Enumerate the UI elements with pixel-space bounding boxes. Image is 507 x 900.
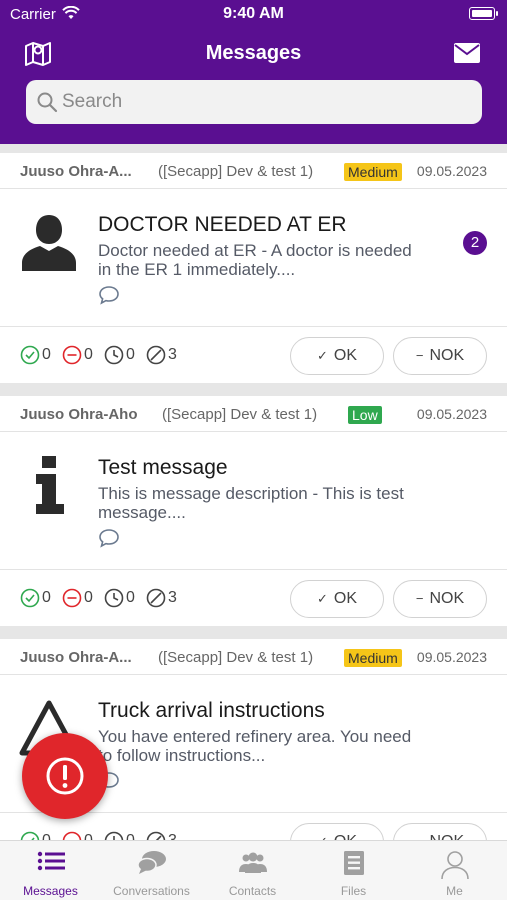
tab-messages[interactable]: Messages xyxy=(0,841,101,900)
chat-bubbles-icon xyxy=(137,850,167,879)
search-bar xyxy=(26,80,482,124)
message-header: Juuso Ohra-Aho ([Secapp] Dev & test 1) L… xyxy=(0,396,507,432)
clock-icon xyxy=(104,345,124,365)
search-input[interactable] xyxy=(62,80,472,124)
message-title: DOCTOR NEEDED AT ER xyxy=(98,213,347,236)
priority-badge: Low xyxy=(348,406,382,424)
message-card[interactable]: Juuso Ohra-Aho ([Secapp] Dev & test 1) L… xyxy=(0,396,507,626)
message-actions: 0 0 0 3 ✓OK −NOK xyxy=(0,327,507,383)
tab-me[interactable]: Me xyxy=(404,841,505,900)
tab-label: Conversations xyxy=(113,884,190,898)
check-circle-icon xyxy=(20,345,40,365)
tab-label: Me xyxy=(446,884,463,898)
message-description: Doctor needed at ER - A doctor is needed… xyxy=(98,241,412,279)
message-date: 09.05.2023 xyxy=(416,649,487,665)
ok-button[interactable]: ✓OK xyxy=(290,580,384,618)
files-icon xyxy=(339,850,369,879)
alarm-button[interactable] xyxy=(22,733,108,819)
message-description: You have entered refinery area. You need… xyxy=(98,727,412,765)
message-body[interactable]: DOCTOR NEEDED AT ER Doctor needed at ER … xyxy=(0,189,507,327)
comment-icon[interactable] xyxy=(98,285,120,310)
group-name: ([Secapp] Dev & test 1) xyxy=(162,406,318,423)
tab-contacts[interactable]: Contacts xyxy=(202,841,303,900)
mail-icon[interactable] xyxy=(453,42,483,66)
group-name: ([Secapp] Dev & test 1) xyxy=(158,163,314,180)
user-icon xyxy=(440,850,470,883)
message-date: 09.05.2023 xyxy=(416,406,487,422)
sender-name: Juuso Ohra-Aho xyxy=(20,406,138,423)
tab-files[interactable]: Files xyxy=(303,841,404,900)
clock-icon xyxy=(104,588,124,608)
message-date: 09.05.2023 xyxy=(416,163,487,179)
priority-badge: Medium xyxy=(344,163,402,181)
list-icon xyxy=(36,850,66,879)
page-title: Messages xyxy=(205,42,302,64)
message-body[interactable]: Test message This is message description… xyxy=(0,432,507,570)
search-icon xyxy=(36,91,58,118)
minus-icon: − xyxy=(415,591,424,606)
slash-circle-icon xyxy=(146,588,166,608)
status-bar: Carrier 9:40 AM xyxy=(0,0,507,28)
alert-icon xyxy=(46,757,84,795)
message-actions: 0 0 0 3 ✓OK −NOK xyxy=(0,570,507,626)
nok-button[interactable]: −NOK xyxy=(393,580,487,618)
message-card[interactable]: Juuso Ohra-A... ([Secapp] Dev & test 1) … xyxy=(0,153,507,383)
slash-circle-icon xyxy=(146,345,166,365)
check-circle-icon xyxy=(20,588,40,608)
tab-label: Files xyxy=(340,884,367,898)
nok-button[interactable]: −NOK xyxy=(393,337,487,375)
person-icon xyxy=(18,211,80,273)
unread-count-badge: 2 xyxy=(463,231,487,255)
people-icon xyxy=(238,850,268,879)
message-header: Juuso Ohra-A... ([Secapp] Dev & test 1) … xyxy=(0,153,507,189)
message-header: Juuso Ohra-A... ([Secapp] Dev & test 1) … xyxy=(0,639,507,675)
minus-icon: − xyxy=(415,348,424,363)
message-title: Test message xyxy=(98,456,228,479)
info-icon xyxy=(18,454,80,516)
battery-icon xyxy=(469,7,498,20)
message-title: Truck arrival instructions xyxy=(98,699,325,722)
clock: 9:40 AM xyxy=(223,5,284,22)
minus-circle-icon xyxy=(62,345,82,365)
check-icon: ✓ xyxy=(316,591,328,606)
comment-icon[interactable] xyxy=(98,528,120,553)
tab-conversations[interactable]: Conversations xyxy=(101,841,202,900)
minus-circle-icon xyxy=(62,588,82,608)
sender-name: Juuso Ohra-A... xyxy=(20,649,132,666)
tab-label: Messages xyxy=(23,884,78,898)
ok-button[interactable]: ✓OK xyxy=(290,337,384,375)
message-description: This is message description - This is te… xyxy=(98,484,404,522)
priority-badge: Medium xyxy=(344,649,402,667)
nav-bar: Messages xyxy=(0,28,507,144)
tab-label: Contacts xyxy=(228,884,277,898)
tab-bar: Messages Conversations Contacts Files Me xyxy=(0,840,507,900)
sender-name: Juuso Ohra-A... xyxy=(20,163,132,180)
group-name: ([Secapp] Dev & test 1) xyxy=(158,649,314,666)
check-icon: ✓ xyxy=(316,348,328,363)
